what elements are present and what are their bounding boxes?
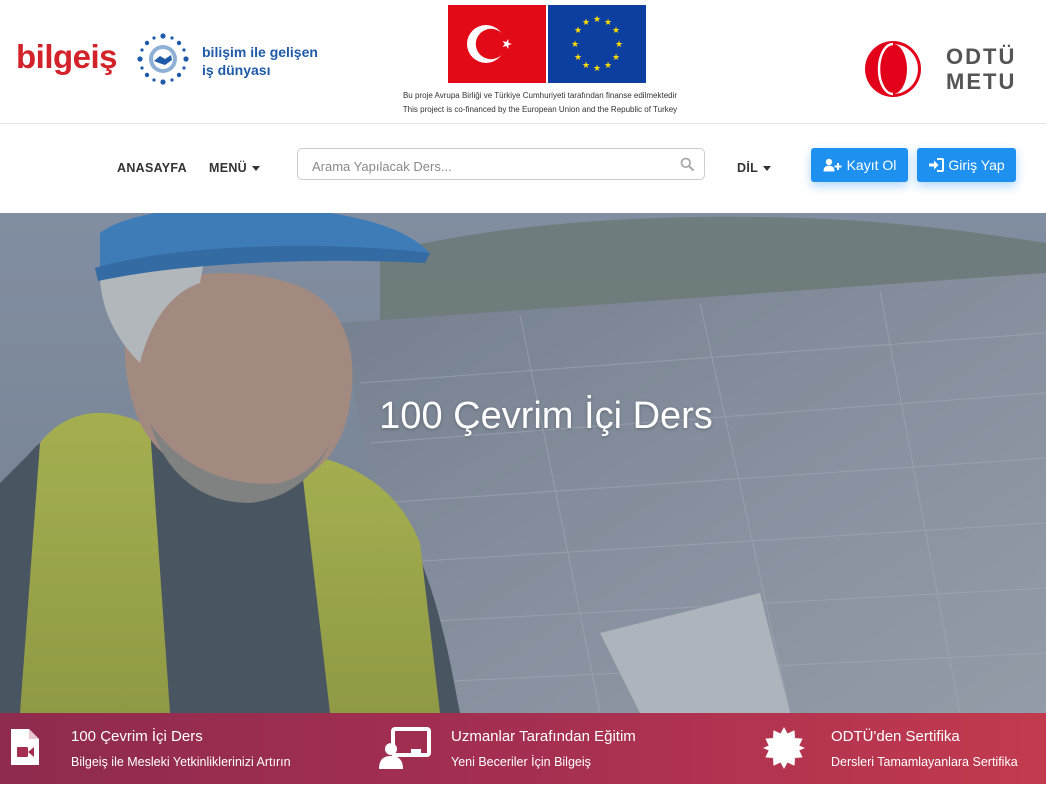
bilgeis-tagline-line2: iş dünyası — [202, 62, 271, 78]
user-plus-icon — [823, 158, 842, 172]
course-search — [297, 148, 705, 180]
feature-bar: 100 Çevrim İçi Ders Bilgeiş ile Mesleki … — [0, 713, 1046, 784]
svg-text:★: ★ — [574, 26, 582, 36]
svg-text:★: ★ — [574, 53, 582, 63]
svg-text:★: ★ — [571, 40, 579, 50]
hero-title: 100 Çevrim İçi Ders — [379, 395, 713, 437]
nav-menu-label: MENÜ — [209, 161, 248, 175]
feature-title: 100 Çevrim İçi Ders — [71, 728, 203, 745]
turkey-flag-icon — [448, 5, 546, 83]
bilgeis-tagline-line1: bilişim ile gelişen — [202, 44, 318, 60]
register-button[interactable]: Kayıt Ol — [811, 148, 908, 182]
svg-text:★: ★ — [582, 61, 590, 71]
svg-text:★: ★ — [593, 15, 601, 25]
svg-text:★: ★ — [604, 61, 612, 71]
feature-subtitle: Bilgeiş ile Mesleki Yetkinliklerinizi Ar… — [71, 755, 291, 769]
svg-text:★: ★ — [582, 18, 590, 28]
metu-emblem-icon — [865, 41, 921, 97]
feature-subtitle: Dersleri Tamamlayanlara Sertifika — [831, 755, 1018, 769]
feature-title: ODTÜ'den Sertifika — [831, 728, 960, 745]
sign-in-icon — [929, 158, 945, 172]
funding-note-tr: Bu proje Avrupa Birliği ve Türkiye Cumhu… — [402, 91, 678, 100]
eu-flag-icon: ★ ★★ ★★★ ★★★ ★★★ — [548, 5, 646, 83]
page-bottom-strip — [0, 784, 1046, 793]
video-file-icon — [11, 729, 39, 765]
chevron-down-icon — [763, 166, 772, 172]
svg-text:★: ★ — [615, 40, 623, 50]
funding-note-en: This project is co-financed by the Europ… — [402, 105, 678, 114]
nav-home-link[interactable]: ANASAYFA — [117, 161, 187, 175]
svg-text:★: ★ — [612, 26, 620, 36]
login-button[interactable]: Giriş Yap — [917, 148, 1016, 182]
instructor-icon — [379, 727, 431, 769]
feature-item: 100 Çevrim İçi Ders Bilgeiş ile Mesleki … — [0, 713, 350, 784]
svg-text:★: ★ — [604, 18, 612, 28]
logo-bar: bilgeiş bilişim ile gelişen iş dünyası ★… — [0, 0, 1046, 124]
nav-menu-dropdown[interactable]: MENÜ — [209, 161, 261, 175]
chevron-down-icon — [252, 166, 261, 172]
main-navigation: ANASAYFA MENÜ DİL Kayıt Ol Giriş Yap — [0, 124, 1046, 213]
turkey-eu-flags: ★ ★★ ★★★ ★★★ ★★★ — [448, 5, 646, 83]
hero-banner: 100 Çevrim İçi Ders — [0, 213, 1046, 713]
hero-background-image — [0, 213, 1046, 713]
handshake-gear-icon — [137, 33, 189, 85]
search-input[interactable] — [310, 155, 674, 177]
bilgeis-logo-word: bilgeiş — [16, 38, 118, 75]
language-label: DİL — [737, 161, 759, 175]
metu-logo-line2: METU — [946, 69, 1017, 94]
feature-title: Uzmanlar Tarafından Eğitim — [451, 728, 636, 745]
metu-logo-line1: ODTÜ — [946, 44, 1017, 69]
feature-item: ODTÜ'den Sertifika Dersleri Tamamlayanla… — [730, 713, 1046, 784]
metu-logo[interactable]: ODTÜ METU — [864, 40, 1014, 98]
search-icon[interactable] — [680, 157, 694, 171]
register-button-label: Kayıt Ol — [846, 157, 897, 173]
svg-text:★: ★ — [612, 53, 620, 63]
feature-subtitle: Yeni Beceriler İçin Bilgeiş — [451, 755, 591, 769]
certificate-seal-icon — [763, 727, 805, 769]
svg-text:★: ★ — [593, 64, 601, 74]
feature-item: Uzmanlar Tarafından Eğitim Yeni Becerile… — [350, 713, 730, 784]
login-button-label: Giriş Yap — [948, 157, 1005, 173]
language-dropdown[interactable]: DİL — [737, 161, 772, 175]
